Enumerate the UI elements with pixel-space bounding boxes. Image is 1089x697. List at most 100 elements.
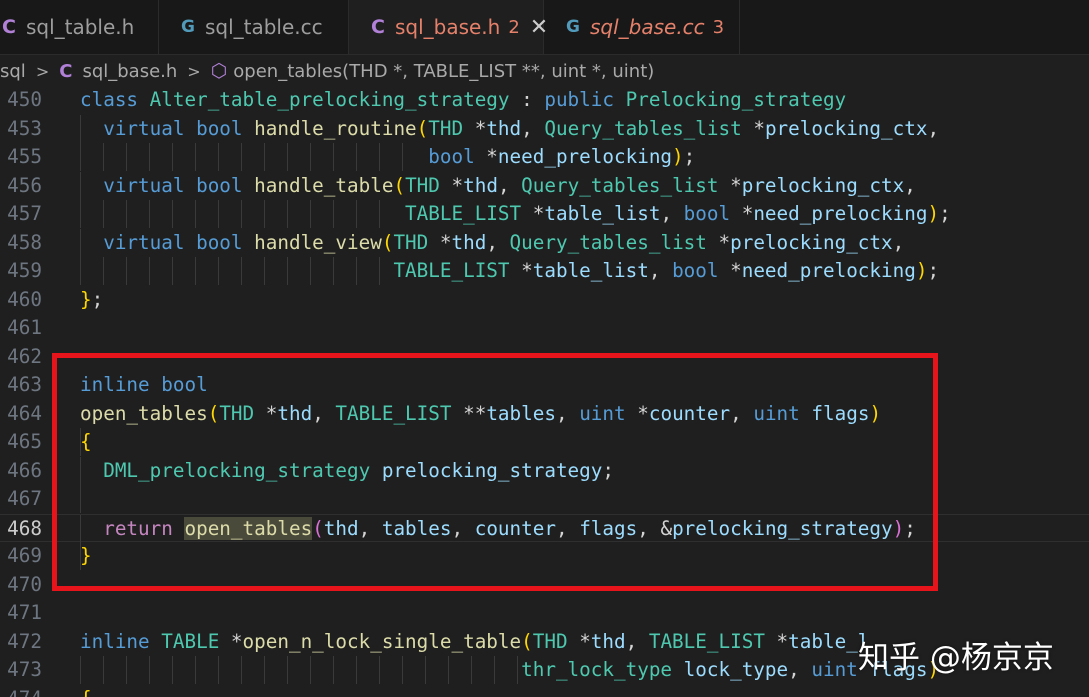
code-token: , bbox=[486, 230, 510, 254]
line-number: 456 bbox=[7, 173, 42, 197]
code-text: thr_lock_type lock_type, uint flags) bbox=[80, 656, 939, 684]
code-token: need_prelocking bbox=[497, 145, 673, 168]
code-token: virtual bbox=[80, 173, 197, 197]
code-token: prelocking_ctx bbox=[764, 116, 928, 140]
method-icon: ⬡ bbox=[210, 60, 228, 82]
code-token: Query_tables_list bbox=[544, 116, 754, 140]
line-number: 460 bbox=[7, 287, 42, 311]
code-token: thd bbox=[590, 629, 626, 653]
code-token: THD bbox=[428, 116, 475, 140]
line-number: 457 bbox=[7, 202, 42, 225]
code-token: ) bbox=[927, 202, 940, 225]
annotation-highlight-box bbox=[52, 353, 938, 591]
line-number: 455 bbox=[7, 145, 42, 168]
tab-label: sql_table.cc bbox=[204, 15, 323, 39]
code-line[interactable]: 474 { bbox=[0, 685, 1089, 697]
line-number: 464 bbox=[7, 401, 42, 425]
problem-count-badge: 3 bbox=[712, 16, 725, 38]
code-token: THD bbox=[393, 230, 440, 254]
cpp-file-icon: G bbox=[181, 17, 195, 37]
code-token: * bbox=[730, 173, 742, 197]
code-token: , bbox=[648, 259, 673, 282]
breadcrumb-symbol[interactable]: open_tables(THD *, TABLE_LIST **, uint *… bbox=[233, 61, 654, 82]
code-text: virtual bool handle_table(THD *thd, Quer… bbox=[80, 172, 916, 200]
line-number: 472 bbox=[7, 629, 42, 653]
code-token: lock_type bbox=[683, 658, 789, 681]
line-number: 470 bbox=[7, 572, 42, 596]
code-line[interactable]: 458 virtual bool handle_view(THD *thd, Q… bbox=[0, 228, 1089, 257]
code-line[interactable]: 471 bbox=[0, 599, 1089, 627]
chevron-right-icon: > bbox=[35, 61, 50, 81]
code-token: prelocking_ctx bbox=[741, 173, 905, 197]
code-token: handle_table bbox=[254, 173, 394, 197]
code-line[interactable]: 460}; bbox=[0, 286, 1089, 314]
line-number: 473 bbox=[7, 658, 42, 681]
code-token: Prelocking_strategy bbox=[625, 88, 847, 111]
code-line[interactable]: 453 virtual bool handle_routine(THD *thd… bbox=[0, 114, 1089, 143]
code-token: TABLE_LIST bbox=[405, 202, 533, 225]
cpp-file-icon: G bbox=[566, 17, 580, 37]
code-token: bool bbox=[196, 116, 255, 140]
code-token: * bbox=[532, 202, 545, 225]
code-token: thd bbox=[463, 173, 498, 197]
code-token: table_list bbox=[532, 259, 649, 282]
watermark: 知乎 @杨京京 bbox=[858, 640, 1054, 676]
tab-sql-table-h[interactable]: C sql_table.h bbox=[0, 0, 159, 54]
code-token: * bbox=[439, 230, 452, 254]
code-token: public bbox=[544, 88, 626, 111]
code-token: open_n_lock_single_table bbox=[242, 629, 522, 653]
code-token: handle_view bbox=[254, 230, 382, 254]
code-text: { bbox=[80, 685, 92, 697]
code-token: * bbox=[230, 629, 243, 653]
code-token: bool bbox=[196, 173, 255, 197]
code-token: Query_tables_list bbox=[521, 173, 731, 197]
tab-sql-base-cc[interactable]: G sql_base.cc 3 bbox=[544, 0, 740, 54]
tab-label: sql_table.h bbox=[25, 15, 135, 39]
code-token: * bbox=[579, 629, 591, 653]
line-number: 467 bbox=[7, 487, 42, 510]
code-token: , bbox=[521, 116, 545, 140]
tab-sql-table-cc[interactable]: G sql_table.cc bbox=[159, 0, 349, 54]
code-token: TABLE bbox=[161, 629, 231, 653]
code-line[interactable]: 450 class Alter_table_prelocking_strategy… bbox=[0, 86, 1089, 114]
line-number: 468 bbox=[7, 516, 42, 540]
problem-count-badge: 2 bbox=[508, 16, 520, 38]
line-number: 450 bbox=[7, 88, 42, 111]
code-line[interactable]: 459 TABLE_LIST *table_list, bool *need_p… bbox=[0, 257, 1089, 285]
c-file-icon: C bbox=[59, 60, 73, 82]
code-line[interactable]: 456 virtual bool handle_table(THD *thd, … bbox=[0, 171, 1089, 200]
breadcrumb-folder[interactable]: sql bbox=[0, 61, 26, 82]
code-token: , bbox=[625, 629, 649, 653]
code-token: * bbox=[718, 230, 731, 254]
code-token: virtual bbox=[80, 116, 197, 140]
code-token: virtual bbox=[80, 230, 197, 254]
code-token: ( bbox=[381, 230, 394, 254]
line-number: 465 bbox=[7, 430, 42, 453]
code-line[interactable]: 461 bbox=[0, 314, 1089, 342]
code-line[interactable]: 457 TABLE_LIST *table_list, bool *need_p… bbox=[0, 200, 1089, 228]
tab-sql-base-h[interactable]: C sql_base.h 2 ✕ bbox=[349, 0, 548, 54]
breadcrumb: sql > C sql_base.h > ⬡ open_tables(THD *… bbox=[0, 58, 654, 84]
code-token: ( bbox=[393, 173, 406, 197]
code-token: bool bbox=[683, 202, 742, 225]
code-token: * bbox=[474, 116, 487, 140]
code-line[interactable]: 455 bool *need_prelocking); bbox=[0, 143, 1089, 171]
chevron-right-icon: > bbox=[187, 61, 201, 81]
code-token: ( bbox=[416, 116, 429, 140]
code-token: , bbox=[788, 658, 812, 681]
code-text: class Alter_table_prelocking_strategy : … bbox=[80, 86, 846, 114]
line-number: 471 bbox=[7, 601, 42, 624]
code-token: ; bbox=[91, 287, 104, 311]
code-token: need_prelocking bbox=[741, 259, 916, 282]
line-number: 463 bbox=[7, 373, 42, 396]
code-text: TABLE_LIST *table_list, bool *need_prelo… bbox=[80, 257, 939, 285]
code-token: ; bbox=[683, 145, 696, 168]
code-token: ) bbox=[672, 145, 684, 168]
breadcrumb-file[interactable]: sql_base.h bbox=[82, 61, 177, 82]
code-token: handle_routine bbox=[254, 116, 417, 140]
code-text: }; bbox=[80, 286, 103, 314]
line-number: 459 bbox=[7, 259, 42, 282]
